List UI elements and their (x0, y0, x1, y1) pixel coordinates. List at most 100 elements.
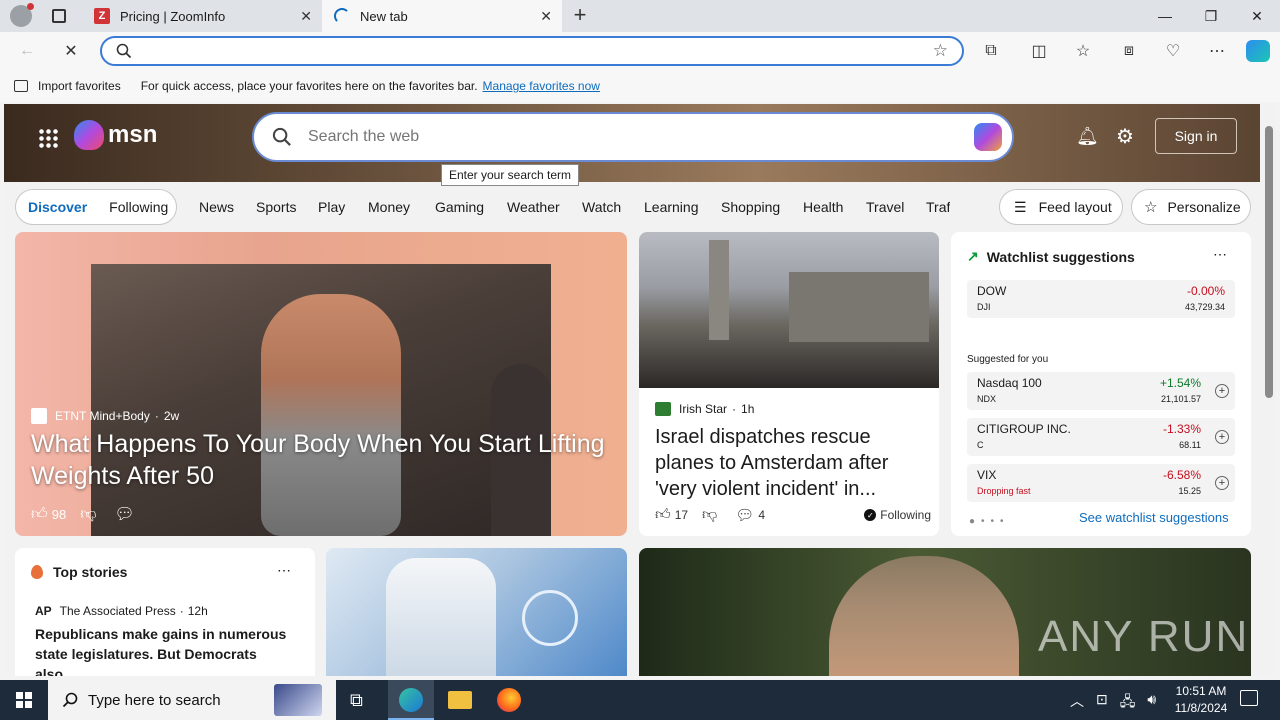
tab-zoominfo[interactable]: Z Pricing | ZoomInfo ✕ (84, 0, 322, 32)
favorite-star-icon[interactable]: ☆ (933, 41, 948, 61)
nav-item-sports[interactable]: Sports (256, 199, 296, 215)
close-tab-icon[interactable]: ✕ (540, 8, 552, 25)
like-icon[interactable]: 👍︎ (655, 506, 671, 524)
nav-item-shopping[interactable]: Shopping (721, 199, 780, 215)
copilot-icon[interactable] (974, 123, 1002, 151)
carousel-dots[interactable]: ●••• (969, 516, 1010, 527)
dot-separator: · (154, 409, 159, 423)
network-icon[interactable]: 🖧︎ (1120, 691, 1136, 715)
hero-story-card[interactable]: ETNT Mind+Body · 2w What Happens To Your… (15, 232, 627, 536)
stock-row-vix[interactable]: VIX Dropping fast -6.58% 15.25 + (967, 464, 1235, 502)
settings-gear-icon[interactable]: ⚙ (1116, 124, 1134, 149)
search-input[interactable] (308, 128, 948, 146)
browser-essentials-icon[interactable]: ♡ (1162, 40, 1184, 62)
reactions-bar: 👍︎ 98 👎︎ 💬︎ (31, 504, 135, 524)
comment-icon[interactable]: 💬︎ (114, 504, 134, 524)
minimize-button[interactable]: — (1142, 0, 1188, 32)
nav-item-watch[interactable]: Watch (582, 199, 621, 215)
story-card[interactable] (326, 548, 627, 676)
collections-icon[interactable]: ⧈ (1118, 40, 1140, 62)
clock-time[interactable]: 10:51 AM (1170, 684, 1232, 698)
msn-page: msn Enter your search term 🔔︎ ⚙ Sign in … (4, 104, 1260, 676)
stock-row-dow[interactable]: DOW DJI -0.00% 43,729.34 (967, 280, 1235, 318)
camera-icon[interactable]: ⊡ (1096, 691, 1108, 715)
dislike-icon[interactable]: 👎︎ (702, 506, 717, 524)
manage-favorites-link[interactable]: Manage favorites now (483, 79, 600, 93)
personalize-label: Personalize (1167, 199, 1241, 215)
top-story-headline[interactable]: Republicans make gains in numerous state… (35, 624, 295, 676)
taskbar-search-box[interactable]: Type here to search (48, 680, 336, 720)
favorites-hint: For quick access, place your favorites h… (140, 79, 478, 93)
tab-discover[interactable]: Discover (28, 199, 87, 215)
address-bar[interactable]: ☆ (100, 36, 964, 66)
nav-item-play[interactable]: Play (318, 199, 345, 215)
edge-taskbar-icon[interactable] (388, 680, 434, 720)
add-to-watchlist-icon[interactable]: + (1215, 430, 1229, 444)
comment-icon[interactable]: 💬︎ (735, 506, 754, 524)
clock-date[interactable]: 11/8/2024 (1170, 701, 1232, 715)
nav-item-travel[interactable]: Travel (866, 199, 904, 215)
split-screen-icon[interactable]: ◫ (1028, 40, 1050, 62)
nav-item-gaming[interactable]: Gaming (435, 199, 484, 215)
stop-button[interactable]: ✕ (60, 40, 82, 62)
story-title[interactable]: What Happens To Your Body When You Start… (31, 428, 621, 492)
add-to-watchlist-icon[interactable]: + (1215, 384, 1229, 398)
restore-button[interactable]: ❐ (1188, 0, 1234, 32)
apps-grid-icon[interactable] (38, 128, 58, 148)
nav-item-news[interactable]: News (199, 199, 234, 215)
anyrun-watermark: ANY RUN (1038, 612, 1250, 661)
story-image (639, 232, 939, 388)
story-title[interactable]: Israel dispatches rescue planes to Amste… (655, 424, 929, 502)
chevron-up-icon[interactable]: ︿ (1070, 691, 1084, 715)
personalize-button[interactable]: ☆ Personalize (1131, 189, 1251, 225)
favorites-icon[interactable]: ☆ (1072, 40, 1094, 62)
story-card[interactable]: Irish Star · 1h Israel dispatches rescue… (639, 232, 939, 536)
stock-row-ndx[interactable]: Nasdaq 100 NDX +1.54% 21,101.57 + (967, 372, 1235, 410)
top-stories-header: Top stories (31, 564, 127, 580)
task-view-icon[interactable]: ⧉ (350, 690, 363, 711)
see-watchlist-link[interactable]: See watchlist suggestions (1079, 510, 1229, 525)
import-favorites-button[interactable]: Import favorites (38, 79, 121, 93)
discover-following-toggle: Discover Following (15, 189, 177, 225)
close-window-button[interactable]: ✕ (1234, 0, 1280, 32)
dislike-icon[interactable]: 👎︎ (80, 505, 96, 524)
nav-item-money[interactable]: Money (368, 199, 410, 215)
file-explorer-icon[interactable] (448, 691, 472, 709)
profile-icon[interactable] (10, 3, 34, 27)
nav-item-health[interactable]: Health (803, 199, 843, 215)
stock-symbol: C (977, 440, 984, 450)
new-tab-button[interactable]: + (568, 2, 592, 30)
extensions-icon[interactable]: ⧉ (980, 40, 1002, 62)
like-count: 98 (51, 506, 67, 522)
close-tab-icon[interactable]: ✕ (300, 8, 312, 25)
web-search-box[interactable] (252, 112, 1014, 162)
feed-layout-button[interactable]: ☰ Feed layout (999, 189, 1123, 225)
more-options-icon[interactable]: ⋯ (277, 562, 291, 579)
add-to-watchlist-icon[interactable]: + (1215, 476, 1229, 490)
watchlist-title: Watchlist suggestions (986, 248, 1135, 265)
volume-icon[interactable]: 🔊︎ (1147, 691, 1156, 715)
story-meta: ETNT Mind+Body · 2w (31, 408, 179, 424)
sign-in-button[interactable]: Sign in (1155, 118, 1237, 154)
more-menu-icon[interactable]: ⋯ (1206, 40, 1228, 62)
comment-count: 4 (758, 508, 766, 522)
nav-item-traffic[interactable]: Traf (926, 199, 950, 215)
tab-actions-icon[interactable] (52, 9, 66, 23)
notifications-bell-icon[interactable]: 🔔︎ (1076, 126, 1099, 147)
copilot-icon[interactable] (1246, 40, 1270, 62)
firefox-icon[interactable] (497, 688, 521, 712)
tab-following[interactable]: Following (109, 199, 168, 215)
favorites-bar: Import favorites For quick access, place… (0, 70, 1280, 102)
like-icon[interactable]: 👍︎ (31, 505, 48, 524)
following-badge[interactable]: ✓ Following (864, 508, 931, 522)
back-button[interactable]: ← (16, 40, 38, 62)
notifications-icon[interactable] (1240, 690, 1258, 706)
msn-logo[interactable]: msn (74, 120, 157, 150)
more-options-icon[interactable]: ⋯ (1213, 246, 1227, 263)
stock-row-citigroup[interactable]: CITIGROUP INC. C -1.33% 68.11 + (967, 418, 1235, 456)
nav-item-weather[interactable]: Weather (507, 199, 560, 215)
tab-new-tab[interactable]: New tab ✕ (322, 0, 562, 32)
scrollbar-thumb[interactable] (1265, 126, 1273, 398)
windows-start-icon[interactable] (16, 692, 32, 708)
nav-item-learning[interactable]: Learning (644, 199, 699, 215)
